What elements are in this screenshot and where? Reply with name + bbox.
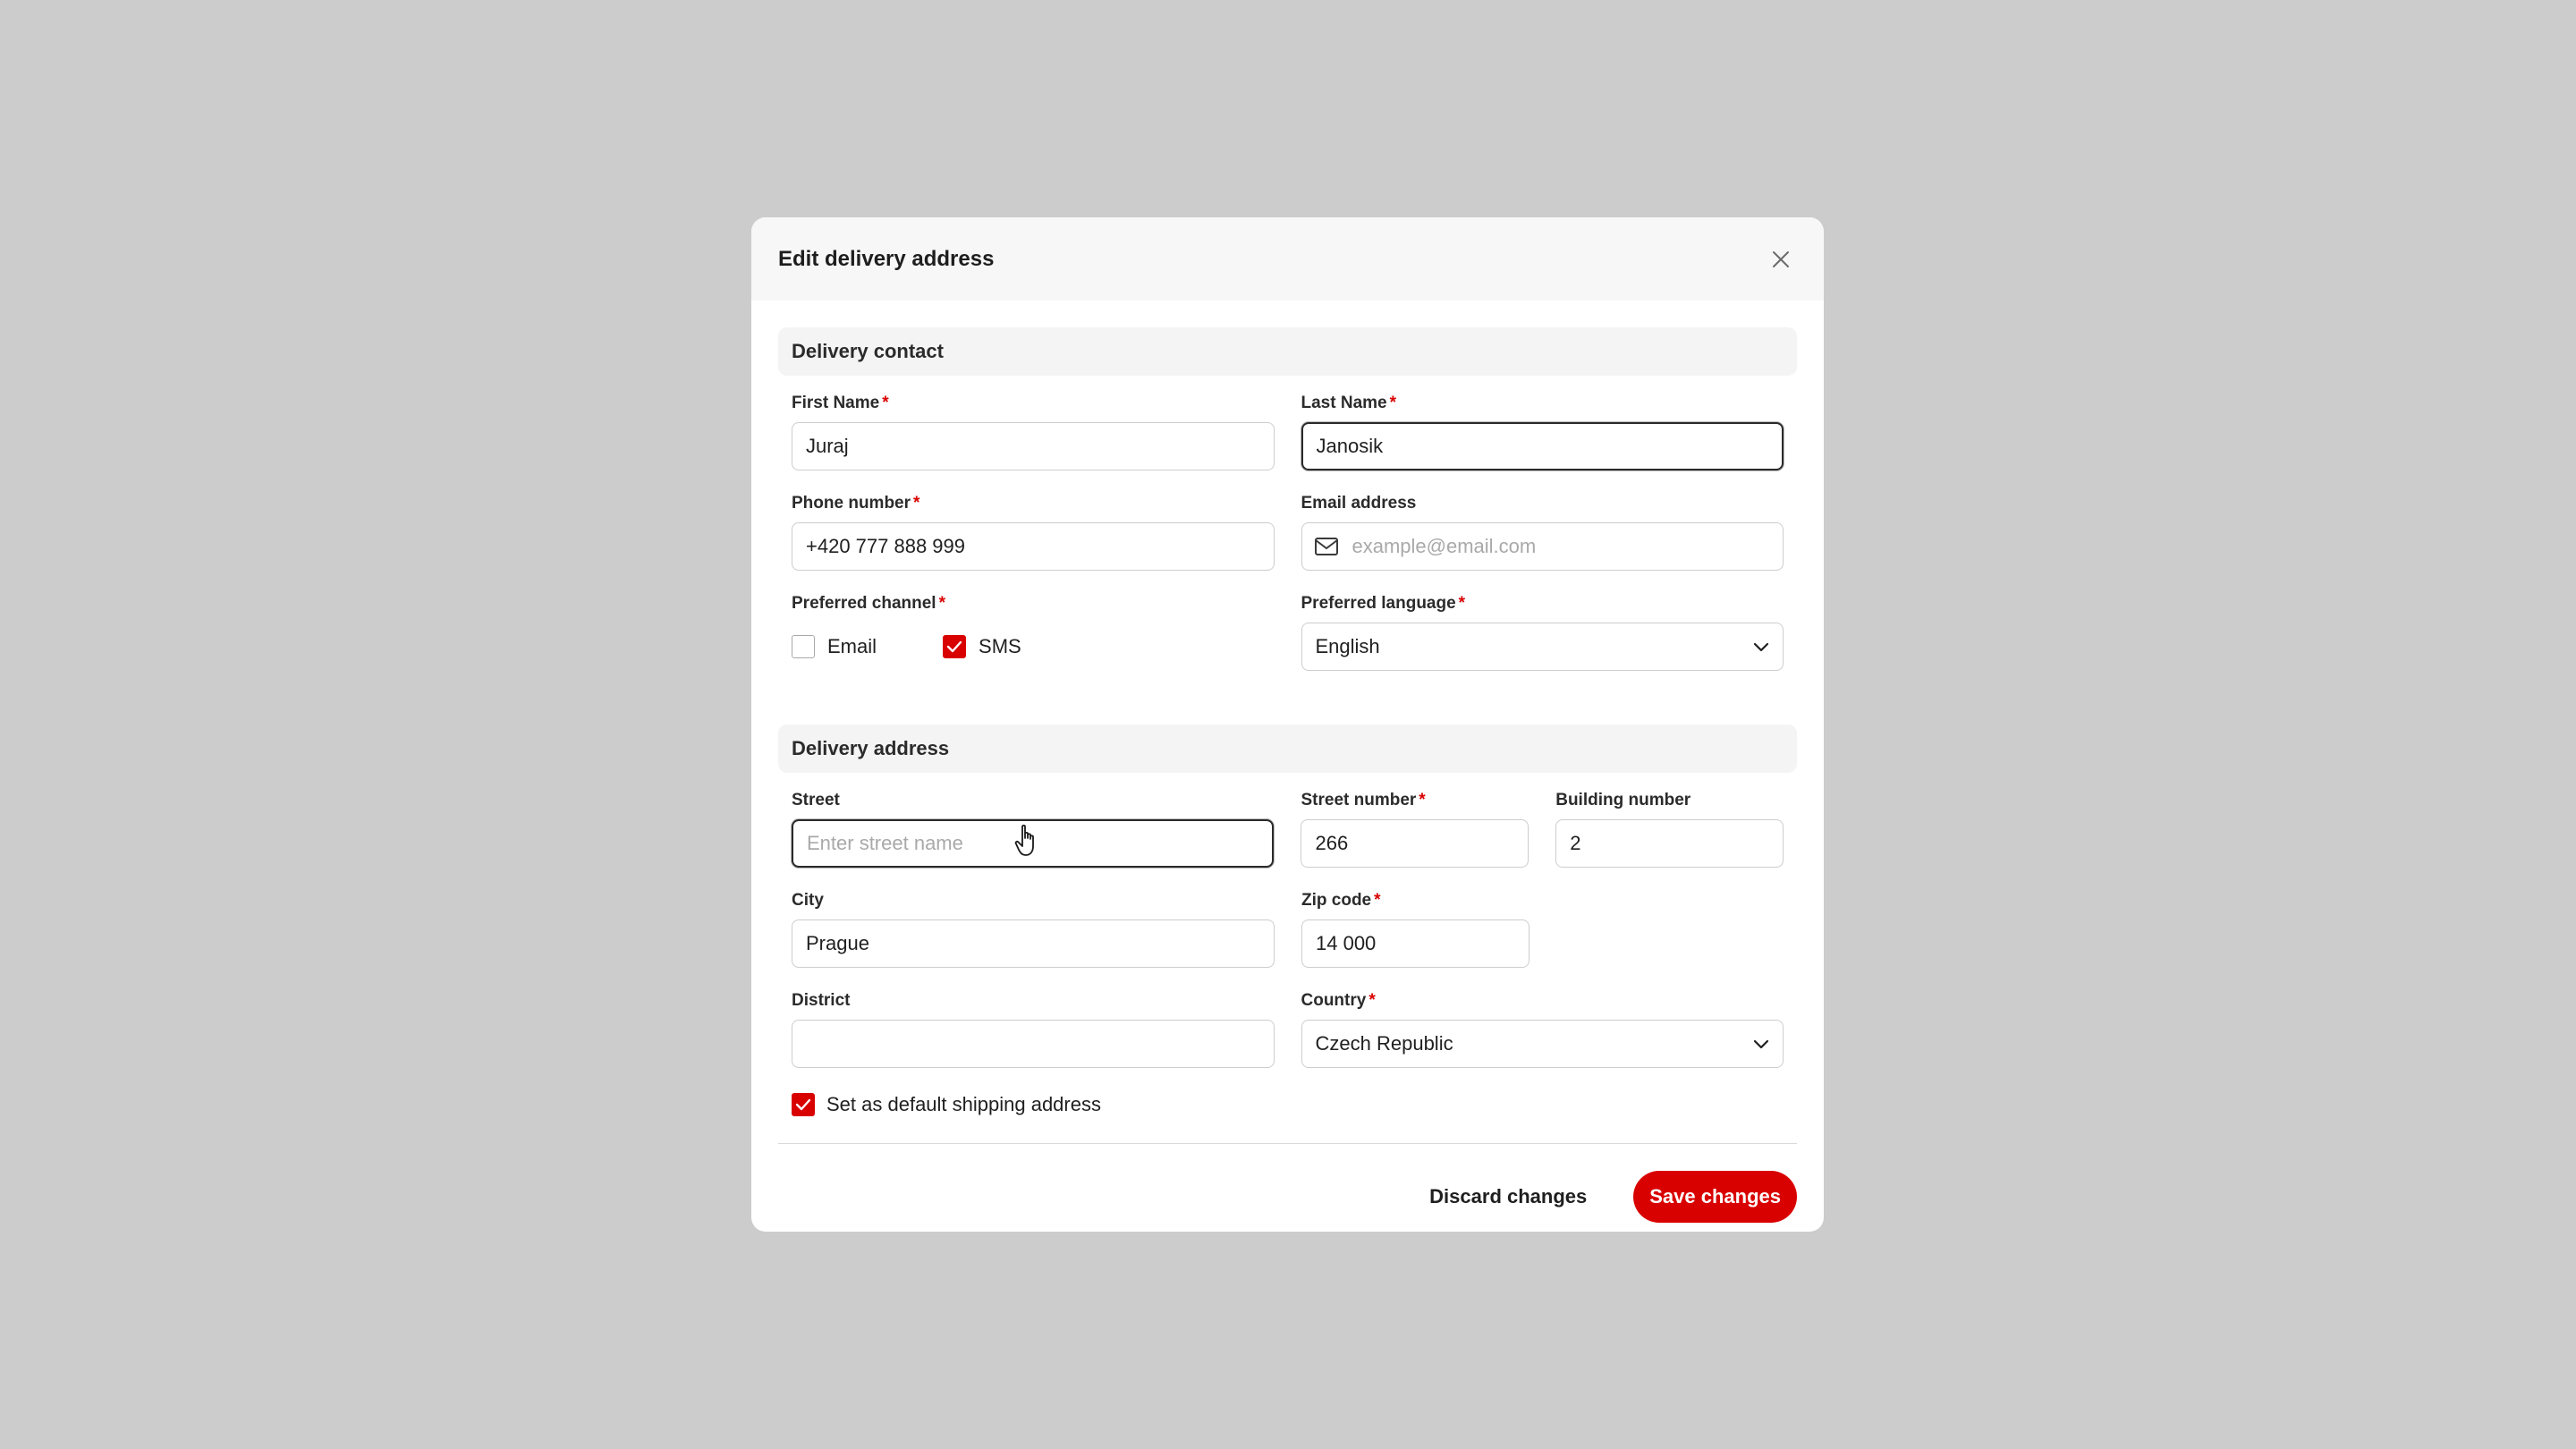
- channel-option-email[interactable]: Email: [792, 635, 877, 658]
- required-marker: *: [938, 594, 945, 613]
- row-phone-email: Phone number* Email address: [778, 492, 1797, 571]
- save-changes-button[interactable]: Save changes: [1633, 1171, 1797, 1223]
- country-value: Czech Republic: [1315, 1032, 1453, 1055]
- close-icon: [1773, 250, 1789, 267]
- channel-checkboxes: Email SMS: [792, 623, 1275, 671]
- last-name-label: Last Name: [1301, 394, 1387, 412]
- channel-field: Preferred channel * Email SMS: [792, 592, 1275, 671]
- zip-input[interactable]: [1301, 919, 1530, 968]
- required-marker: *: [1458, 594, 1466, 613]
- first-name-field: First Name *: [792, 392, 1275, 470]
- street-number-label: Street number: [1301, 791, 1417, 809]
- modal-header: Edit delivery address: [751, 217, 1824, 301]
- chevron-down-icon: [1753, 642, 1769, 652]
- city-input[interactable]: [792, 919, 1275, 968]
- channel-label: Preferred channel: [792, 594, 936, 613]
- required-marker: *: [882, 394, 889, 412]
- sms-checkbox[interactable]: [943, 635, 967, 658]
- language-select[interactable]: English: [1301, 623, 1784, 671]
- mail-icon: [1314, 522, 1339, 571]
- country-label: Country: [1301, 991, 1367, 1010]
- building-number-input[interactable]: [1555, 819, 1784, 868]
- building-number-label: Building number: [1555, 791, 1691, 809]
- default-shipping-checkbox[interactable]: [792, 1093, 815, 1116]
- first-name-label: First Name: [792, 394, 880, 412]
- phone-input[interactable]: [792, 522, 1275, 571]
- country-select[interactable]: Czech Republic: [1301, 1020, 1784, 1068]
- street-label: Street: [792, 791, 840, 809]
- phone-field: Phone number *: [792, 492, 1275, 571]
- building-number-field: Building number: [1555, 789, 1784, 868]
- district-input[interactable]: [792, 1020, 1275, 1068]
- zip-field: Zip code *: [1301, 889, 1530, 968]
- country-field: Country * Czech Republic: [1301, 989, 1784, 1068]
- checkmark-icon: [795, 1098, 811, 1111]
- sms-option-label: SMS: [979, 635, 1021, 657]
- row-default-shipping: Set as default shipping address: [778, 1093, 1797, 1116]
- email-checkbox[interactable]: [792, 635, 815, 658]
- row-city-zip: City Zip code*: [778, 889, 1797, 968]
- default-shipping-option[interactable]: Set as default shipping address: [792, 1093, 1101, 1116]
- discard-changes-button[interactable]: Discard changes: [1429, 1185, 1587, 1208]
- hand-cursor-icon: [1014, 824, 1034, 856]
- modal-footer: Discard changes Save changes: [778, 1144, 1797, 1232]
- modal-title: Edit delivery address: [778, 246, 995, 271]
- row-name: First Name* Last Name*: [778, 392, 1797, 470]
- modal-body: Delivery contact First Name* Last Name* …: [751, 301, 1824, 1232]
- section-header-address: Delivery address: [778, 724, 1797, 773]
- edit-address-modal: Edit delivery address Delivery contact F…: [751, 217, 1824, 1232]
- close-button[interactable]: [1765, 243, 1797, 275]
- email-field: Email address: [1301, 492, 1784, 571]
- district-field: District: [792, 989, 1275, 1068]
- row-street: Street Street number* Building number: [778, 789, 1797, 868]
- phone-label: Phone number: [792, 494, 911, 513]
- email-option-label: Email: [827, 635, 877, 657]
- language-field: Preferred language * English: [1301, 592, 1784, 671]
- city-label: City: [792, 891, 824, 910]
- first-name-input[interactable]: [792, 422, 1275, 470]
- email-input[interactable]: [1301, 522, 1784, 571]
- channel-option-sms[interactable]: SMS: [943, 635, 1021, 658]
- row-district-country: District Country * Czech Republic: [778, 989, 1797, 1068]
- chevron-down-icon: [1753, 1039, 1769, 1049]
- city-field: City: [792, 889, 1275, 968]
- last-name-input[interactable]: [1301, 422, 1784, 470]
- zip-label: Zip code: [1301, 891, 1372, 910]
- email-label: Email address: [1301, 494, 1417, 513]
- required-marker: *: [1368, 991, 1376, 1010]
- last-name-field: Last Name *: [1301, 392, 1784, 470]
- required-marker: *: [1389, 394, 1397, 412]
- district-label: District: [792, 991, 851, 1010]
- default-shipping-label: Set as default shipping address: [826, 1093, 1101, 1115]
- required-marker: *: [1419, 791, 1426, 809]
- required-marker: *: [913, 494, 920, 513]
- street-number-field: Street number *: [1301, 789, 1530, 868]
- row-channel-language: Preferred channel * Email SMS Preferred …: [778, 592, 1797, 671]
- required-marker: *: [1374, 891, 1381, 910]
- section-header-contact: Delivery contact: [778, 327, 1797, 376]
- checkmark-icon: [946, 640, 962, 653]
- language-value: English: [1315, 635, 1380, 657]
- street-number-input[interactable]: [1301, 819, 1530, 868]
- language-label: Preferred language: [1301, 594, 1456, 613]
